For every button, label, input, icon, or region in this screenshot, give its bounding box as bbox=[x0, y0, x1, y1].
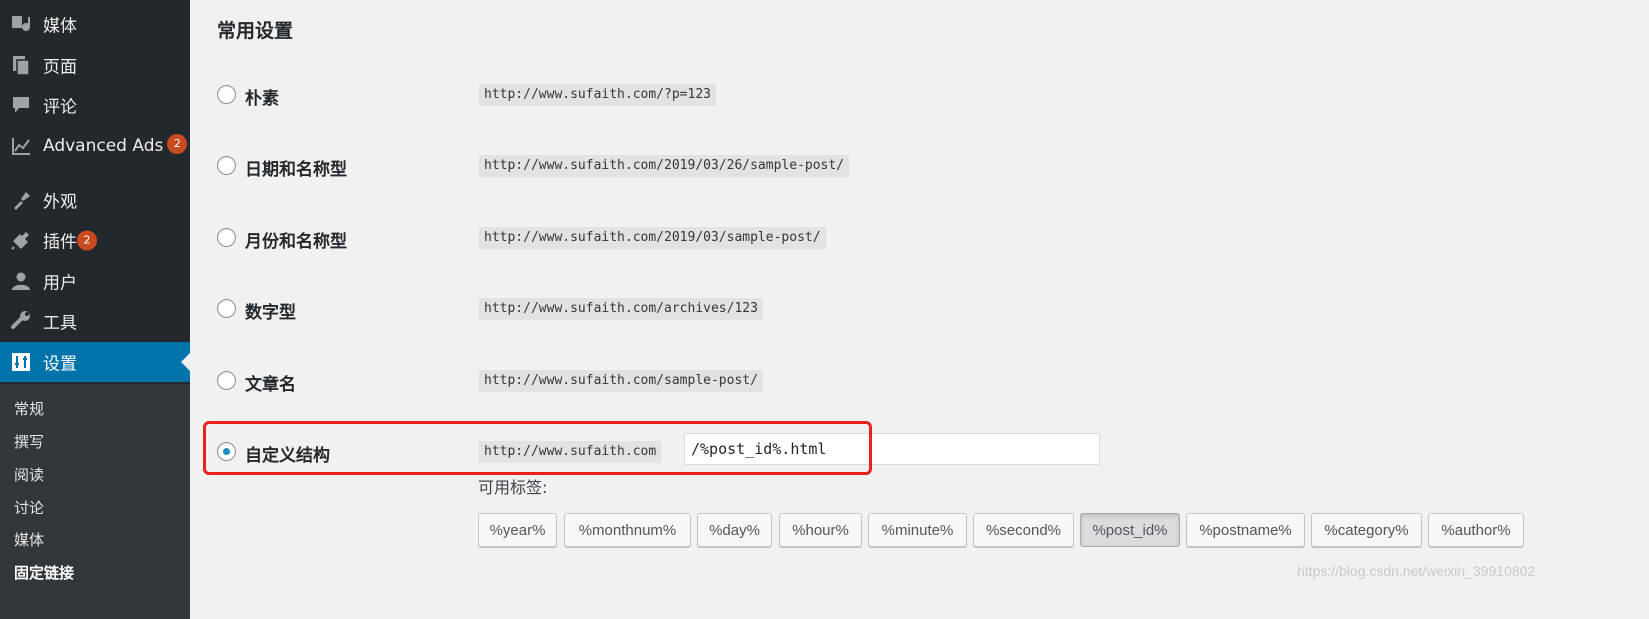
permalink-example-post-name: http://www.sufaith.com/sample-post/ bbox=[479, 370, 763, 392]
plugin-icon bbox=[10, 229, 32, 251]
menu-item-label: 页面 bbox=[43, 57, 77, 78]
submenu-item-writing[interactable]: 撰写 bbox=[14, 431, 44, 452]
menu-item-label: 用户 bbox=[43, 273, 77, 294]
submenu-item-permalinks[interactable]: 固定链接 bbox=[14, 562, 74, 583]
tag-button-second[interactable]: %second% bbox=[973, 513, 1074, 547]
admin-sidebar: 媒体 页面 评论 Advanced Ads 2 外观 插件 2 用户 工具 设置… bbox=[0, 0, 190, 619]
menu-item-label: 设置 bbox=[43, 354, 77, 375]
chart-icon bbox=[10, 135, 32, 157]
section-title: 常用设置 bbox=[217, 20, 294, 42]
menu-item-label: 插件 bbox=[43, 232, 77, 253]
menu-item-label: 工具 bbox=[43, 313, 77, 334]
menu-item-pages[interactable]: 页面 bbox=[0, 45, 190, 85]
menu-item-settings[interactable]: 设置 bbox=[0, 342, 190, 382]
menu-item-label: 外观 bbox=[43, 192, 77, 213]
menu-item-advanced-ads[interactable]: Advanced Ads 2 bbox=[0, 126, 190, 166]
menu-item-label: Advanced Ads bbox=[43, 136, 164, 156]
wrench-icon bbox=[10, 310, 32, 332]
tag-button-hour[interactable]: %hour% bbox=[779, 513, 862, 547]
menu-item-comments[interactable]: 评论 bbox=[0, 85, 190, 125]
radio-plain[interactable] bbox=[217, 85, 236, 104]
menu-item-tools[interactable]: 工具 bbox=[0, 301, 190, 341]
update-count-badge: 2 bbox=[77, 230, 97, 251]
option-label-numeric: 数字型 bbox=[245, 303, 296, 323]
tag-button-minute[interactable]: %minute% bbox=[868, 513, 967, 547]
tag-button-year[interactable]: %year% bbox=[478, 513, 557, 547]
update-count-badge: 2 bbox=[167, 134, 188, 154]
user-icon bbox=[10, 270, 32, 292]
custom-structure-input[interactable] bbox=[684, 433, 1100, 465]
menu-item-appearance[interactable]: 外观 bbox=[0, 180, 190, 220]
tag-button-monthnum[interactable]: %monthnum% bbox=[564, 513, 691, 547]
option-label-plain: 朴素 bbox=[245, 89, 279, 109]
watermark: https://blog.csdn.net/weixin_39910802 bbox=[1297, 563, 1536, 579]
submenu-item-reading[interactable]: 阅读 bbox=[14, 464, 44, 485]
permalink-example-month-and-name: http://www.sufaith.com/2019/03/sample-po… bbox=[479, 227, 826, 249]
menu-item-media[interactable]: 媒体 bbox=[0, 4, 190, 44]
submenu-item-media[interactable]: 媒体 bbox=[14, 529, 44, 550]
radio-custom-structure[interactable] bbox=[217, 442, 236, 461]
permalink-example-day-and-name: http://www.sufaith.com/2019/03/26/sample… bbox=[479, 155, 850, 177]
menu-item-label: 评论 bbox=[43, 97, 77, 118]
option-label-month-and-name: 月份和名称型 bbox=[245, 232, 347, 252]
settings-submenu: 常规 撰写 阅读 讨论 媒体 固定链接 bbox=[0, 384, 190, 619]
menu-item-users[interactable]: 用户 bbox=[0, 261, 190, 301]
option-label-post-name: 文章名 bbox=[245, 375, 296, 395]
tag-button-author[interactable]: %author% bbox=[1428, 513, 1524, 547]
tag-button-category[interactable]: %category% bbox=[1311, 513, 1422, 547]
menu-item-label: 媒体 bbox=[43, 16, 77, 37]
comments-icon bbox=[10, 94, 32, 116]
submenu-item-discussion[interactable]: 讨论 bbox=[14, 497, 44, 518]
appearance-icon bbox=[10, 189, 32, 211]
menu-item-plugins[interactable]: 插件 2 bbox=[0, 220, 190, 260]
settings-icon bbox=[10, 351, 32, 373]
option-label-day-and-name: 日期和名称型 bbox=[245, 160, 347, 180]
pages-icon bbox=[10, 54, 32, 76]
permalink-example-plain: http://www.sufaith.com/?p=123 bbox=[479, 84, 716, 106]
tag-button-post-id[interactable]: %post_id% bbox=[1080, 513, 1180, 547]
tag-button-day[interactable]: %day% bbox=[697, 513, 772, 547]
media-icon bbox=[10, 13, 32, 35]
submenu-item-general[interactable]: 常规 bbox=[14, 398, 44, 419]
tag-button-postname[interactable]: %postname% bbox=[1186, 513, 1305, 547]
radio-day-and-name[interactable] bbox=[217, 156, 236, 175]
radio-post-name[interactable] bbox=[217, 371, 236, 390]
radio-numeric[interactable] bbox=[217, 299, 236, 318]
option-label-custom-structure: 自定义结构 bbox=[245, 446, 330, 466]
radio-month-and-name[interactable] bbox=[217, 228, 236, 247]
permalink-base-url: http://www.sufaith.com bbox=[479, 441, 662, 463]
available-tags-label: 可用标签: bbox=[478, 478, 548, 497]
permalink-example-numeric: http://www.sufaith.com/archives/123 bbox=[479, 298, 763, 320]
